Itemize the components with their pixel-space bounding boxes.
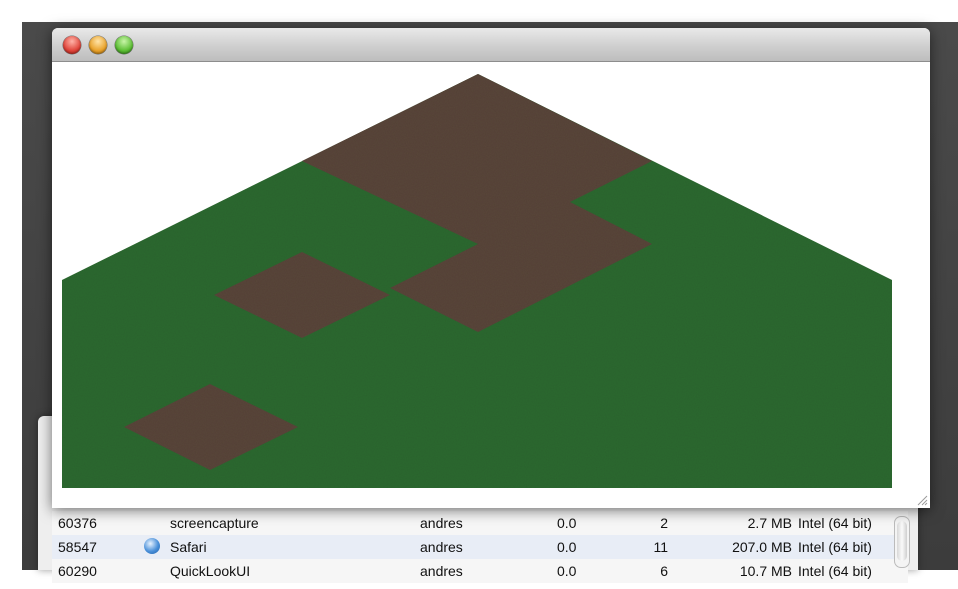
vertical-scrollbar[interactable] bbox=[894, 516, 910, 568]
threads-cell: 11 bbox=[653, 539, 668, 555]
table-row[interactable]: 60376 screencapture andres 0.0 2 2.7 MB … bbox=[52, 511, 908, 535]
scrollbar-thumb[interactable] bbox=[897, 521, 907, 561]
threads-cell: 2 bbox=[660, 515, 668, 531]
minimize-window-button[interactable] bbox=[89, 36, 107, 54]
safari-icon bbox=[144, 538, 160, 554]
cpu-cell: 0.0 bbox=[557, 563, 577, 579]
process-name-cell: screencapture bbox=[170, 515, 259, 531]
memory-cell: 2.7 MB bbox=[747, 515, 792, 531]
kind-cell: Intel (64 bit) bbox=[798, 563, 872, 579]
table-row[interactable]: 58547 Safari andres 0.0 11 207.0 MB Inte… bbox=[52, 535, 908, 559]
memory-cell: 10.7 MB bbox=[739, 563, 792, 579]
resize-grip-icon[interactable] bbox=[916, 494, 928, 506]
close-window-button[interactable] bbox=[63, 36, 81, 54]
game-window[interactable] bbox=[52, 28, 930, 508]
user-cell: andres bbox=[420, 563, 463, 579]
memory-cell: 207.0 MB bbox=[732, 539, 792, 555]
threads-cell: 6 bbox=[660, 563, 668, 579]
cpu-cell: 0.0 bbox=[557, 515, 577, 531]
kind-cell: Intel (64 bit) bbox=[798, 539, 872, 555]
user-cell: andres bbox=[420, 539, 463, 555]
isometric-map-canvas[interactable] bbox=[52, 62, 930, 508]
table-row[interactable]: 60290 QuickLookUI andres 0.0 6 10.7 MB I… bbox=[52, 559, 908, 583]
pid-cell: 60376 bbox=[58, 515, 97, 531]
pid-cell: 58547 bbox=[58, 539, 97, 555]
cpu-cell: 0.0 bbox=[557, 539, 577, 555]
pid-cell: 60290 bbox=[58, 563, 97, 579]
process-name-cell: QuickLookUI bbox=[170, 563, 251, 579]
kind-cell: Intel (64 bit) bbox=[798, 515, 872, 531]
user-cell: andres bbox=[420, 515, 463, 531]
process-name-cell: Safari bbox=[170, 539, 207, 555]
process-table: 60376 screencapture andres 0.0 2 2.7 MB … bbox=[52, 511, 908, 583]
window-titlebar[interactable] bbox=[52, 28, 930, 62]
zoom-window-button[interactable] bbox=[115, 36, 133, 54]
